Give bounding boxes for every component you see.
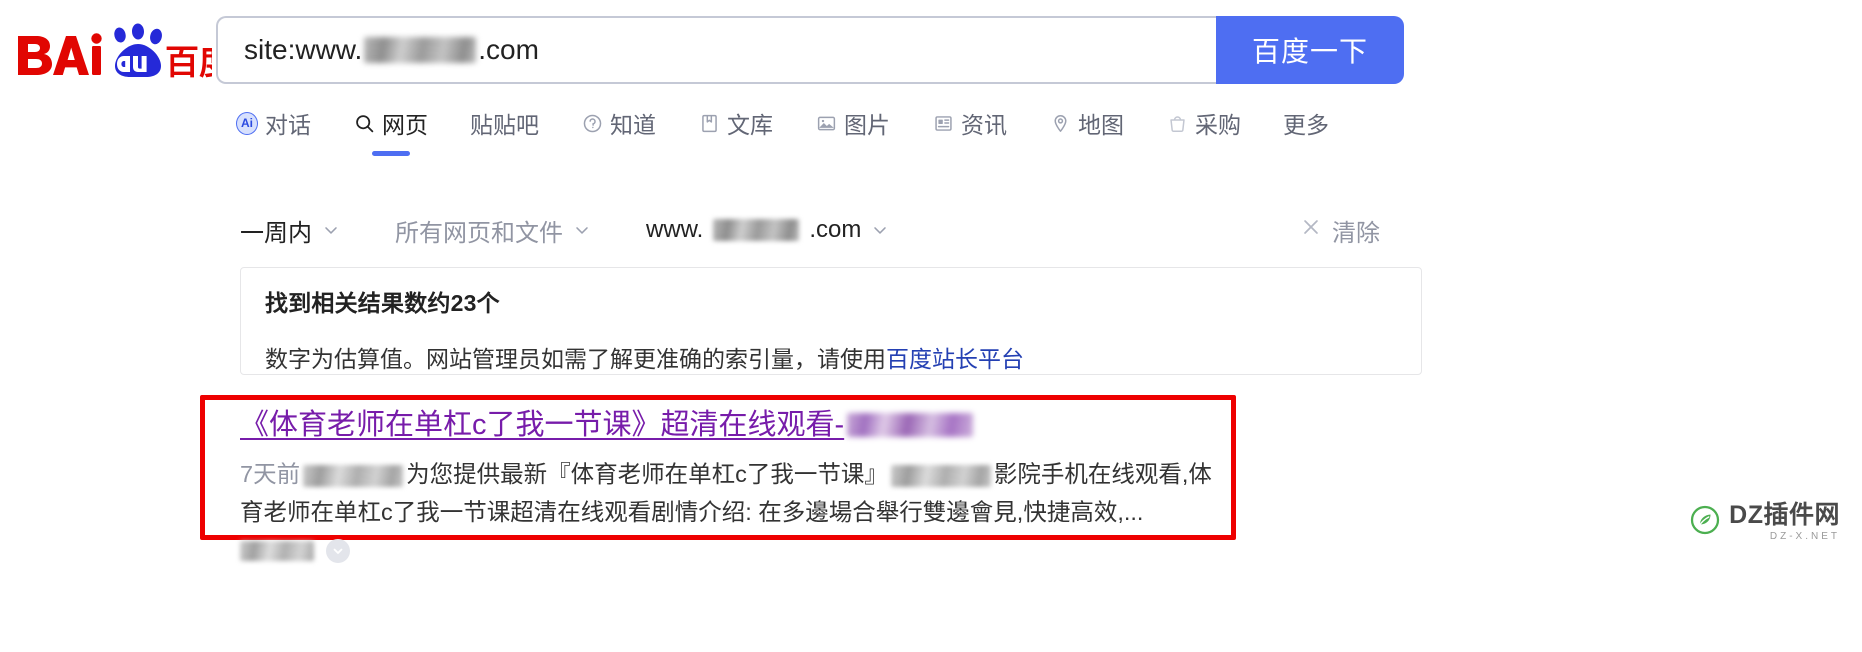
redacted-sitename-mosaic-2	[890, 464, 991, 487]
tab-images[interactable]: 图片	[815, 100, 890, 146]
redacted-sitename-mosaic-1	[303, 464, 404, 487]
search-submit-button[interactable]: 百度一下	[1216, 16, 1404, 84]
filter-file-type[interactable]: 所有网页和文件	[395, 213, 592, 248]
chevron-down-icon	[321, 220, 341, 240]
watermark-text: DZ插件网 DZ-X.NET	[1729, 503, 1840, 542]
result-source-row	[240, 538, 1240, 563]
vertical-nav-tabs: Ai 对话 网页 贴贴吧 知道 文库 图片 资讯 地图 采购 更多	[236, 100, 1371, 156]
search-icon	[353, 112, 375, 134]
result-title-text: 《体育老师在单杠c了我一节课》超清在线观看-	[240, 409, 845, 441]
tab-wenku[interactable]: 文库	[698, 100, 773, 146]
chevron-down-circle-icon[interactable]	[326, 538, 350, 563]
result-count-infobox: 找到相关结果数约23个 数字为估算值。网站管理员如需了解更准确的索引量，请使用百…	[240, 267, 1422, 375]
tab-procurement[interactable]: 采购	[1166, 100, 1241, 146]
redacted-sitename-mosaic	[847, 413, 974, 438]
note-text: 数字为估算值。网站管理员如需了解更准确的索引量，请使用	[265, 346, 886, 372]
watermark-main: DZ插件网	[1729, 501, 1840, 529]
watermark: DZ插件网 DZ-X.NET	[1690, 503, 1840, 542]
clear-label: 清除	[1332, 219, 1380, 247]
filter-type-label: 所有网页和文件	[395, 219, 563, 247]
result-snippet: 7天前 为您提供最新『体育老师在单杠c了我一节课』 影院手机在线观看,体育老师在单杠…	[240, 455, 1225, 531]
tab-label: 更多	[1283, 112, 1329, 138]
shopping-bag-icon	[1166, 112, 1188, 134]
baidu-logo[interactable]: 百度	[16, 20, 212, 82]
question-circle-icon	[581, 112, 603, 134]
redacted-domain-mosaic	[364, 37, 477, 63]
close-icon	[1300, 216, 1322, 245]
filter-site-suffix: .com	[809, 216, 862, 243]
filter-site-domain[interactable]: www. .com	[646, 216, 890, 244]
active-tab-underline	[371, 151, 410, 156]
search-result-item: 《体育老师在单杠c了我一节课》超清在线观看- 7天前 为您提供最新『体育老师在单杠…	[240, 408, 1240, 563]
tab-label: 网页	[382, 112, 428, 138]
search-query-prefix: site:www.	[244, 34, 363, 65]
tab-dialogue[interactable]: Ai 对话	[236, 100, 311, 146]
clear-filters-button[interactable]: 清除	[1300, 213, 1420, 248]
result-count-note: 数字为估算值。网站管理员如需了解更准确的索引量，请使用百度站长平台	[265, 340, 1397, 374]
tab-label: 对话	[265, 112, 311, 138]
tab-label: 采购	[1195, 112, 1241, 138]
book-icon	[698, 112, 720, 134]
tab-label: 资讯	[961, 112, 1007, 138]
tab-map[interactable]: 地图	[1049, 100, 1124, 146]
chevron-down-icon	[572, 220, 592, 240]
redacted-source-mosaic	[240, 540, 314, 561]
tab-label: 文库	[727, 112, 773, 138]
baidu-search-results-page: 百度 site:www. .com	[0, 0, 1862, 652]
logo-bai-text	[18, 33, 102, 75]
leaf-circle-icon	[1690, 505, 1720, 540]
watermark-sub: DZ-X.NET	[1769, 531, 1840, 542]
baidu-webmaster-link[interactable]: 百度站长平台	[886, 346, 1024, 372]
tab-more[interactable]: 更多	[1283, 100, 1329, 146]
tab-news[interactable]: 资讯	[932, 100, 1007, 146]
redacted-domain-mosaic	[713, 219, 800, 241]
map-pin-icon	[1049, 112, 1071, 134]
tab-label: 知道	[610, 112, 656, 138]
filter-row: 一周内 所有网页和文件 www. .com 清除	[240, 208, 1420, 252]
tab-label: 图片	[844, 112, 890, 138]
tab-label: 贴贴吧	[470, 112, 539, 138]
news-icon	[932, 112, 954, 134]
tab-tieba[interactable]: 贴贴吧	[470, 100, 539, 146]
logo-baidu-cn-text: 百度	[165, 44, 212, 82]
chevron-down-icon	[870, 220, 890, 240]
tab-webpage[interactable]: 网页	[353, 100, 428, 156]
tab-label: 地图	[1078, 112, 1124, 138]
tab-zhidao[interactable]: 知道	[581, 100, 656, 146]
search-input-box[interactable]: site:www. .com	[216, 16, 1216, 84]
svg-text:百度: 百度	[165, 44, 212, 82]
result-count-text: 找到相关结果数约23个	[265, 290, 500, 316]
filter-time-label: 一周内	[240, 219, 312, 247]
search-query-suffix: .com	[478, 34, 539, 65]
filter-time-range[interactable]: 一周内	[240, 213, 341, 248]
search-input-value[interactable]: site:www. .com	[218, 34, 539, 66]
filter-site-prefix: www.	[646, 216, 704, 243]
ai-badge-icon: Ai	[236, 111, 258, 135]
image-icon	[815, 112, 837, 134]
result-date: 7天前	[240, 460, 301, 487]
search-bar: site:www. .com 百度一下	[216, 16, 1404, 84]
result-title-link[interactable]: 《体育老师在单杠c了我一节课》超清在线观看-	[240, 408, 1240, 443]
snippet-part-1: 为您提供最新『体育老师在单杠c了我一节课』	[406, 460, 888, 487]
